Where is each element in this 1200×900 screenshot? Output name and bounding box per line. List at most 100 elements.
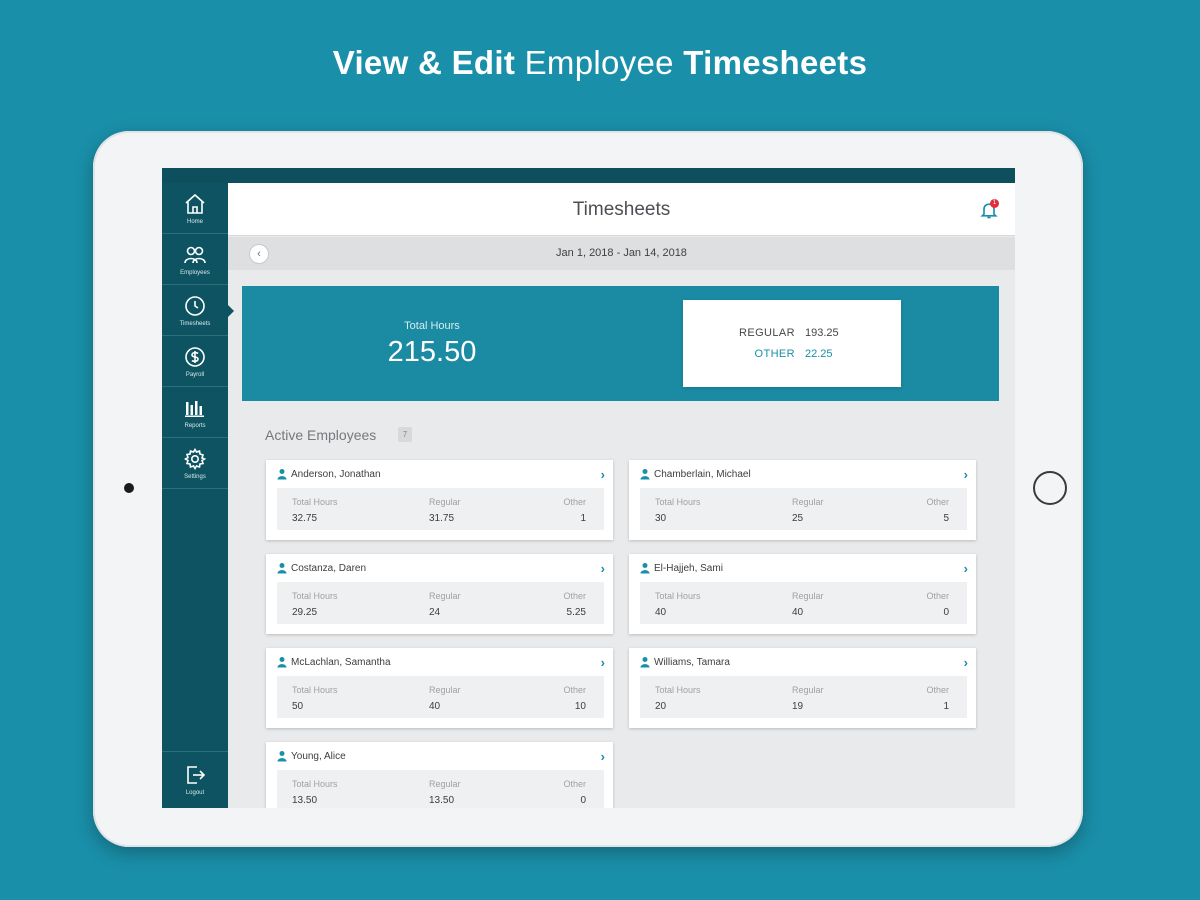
total-hours-value: 32.75 <box>292 513 318 524</box>
active-employees-title: Active Employees <box>265 427 377 443</box>
other-label: Other <box>563 779 586 789</box>
hours-summary: Total Hours 215.50 REGULAR 193.25 OTHER … <box>242 286 999 401</box>
other-value: 5 <box>943 513 949 524</box>
other-label: Other <box>563 497 586 507</box>
sidebar-item-label: Settings <box>184 473 206 480</box>
total-hours-value: 29.25 <box>292 607 318 618</box>
employee-card[interactable]: Chamberlain, Michael › Total Hours Regul… <box>629 460 976 540</box>
sidebar-item-label: Timesheets <box>179 320 211 327</box>
regular-label: Regular <box>429 591 461 601</box>
sidebar-item-settings[interactable]: Settings <box>162 438 228 489</box>
regular-value: 40 <box>792 607 804 618</box>
person-icon <box>277 657 287 668</box>
employee-name: Anderson, Jonathan <box>291 469 381 480</box>
total-hours-label: Total Hours <box>655 497 701 507</box>
other-value: 5.25 <box>566 607 586 618</box>
employee-name: Chamberlain, Michael <box>654 469 751 480</box>
employee-stats: Total Hours Regular Other 29.25 24 5.25 <box>277 582 604 624</box>
chevron-right-icon: › <box>600 655 605 670</box>
employee-card[interactable]: El-Hajjeh, Sami › Total Hours Regular Ot… <box>629 554 976 634</box>
previous-period-button[interactable]: ‹ <box>249 244 269 264</box>
home-icon <box>185 193 205 214</box>
person-icon <box>640 469 650 480</box>
other-value: 22.25 <box>805 348 833 360</box>
gear-icon <box>183 447 207 470</box>
regular-label: REGULAR <box>739 327 795 339</box>
total-hours-label: Total Hours <box>292 591 338 601</box>
regular-label: Regular <box>429 779 461 789</box>
sidebar-item-employees[interactable]: Employees <box>162 234 228 285</box>
regular-value: 19 <box>792 701 804 712</box>
employee-card[interactable]: Young, Alice › Total Hours Regular Other… <box>266 742 613 808</box>
logout-label: Logout <box>185 790 205 796</box>
employee-card[interactable]: Anderson, Jonathan › Total Hours Regular… <box>266 460 613 540</box>
regular-label: Regular <box>429 685 461 695</box>
regular-value: 24 <box>429 607 441 618</box>
employee-card[interactable]: Williams, Tamara › Total Hours Regular O… <box>629 648 976 728</box>
employee-card[interactable]: Costanza, Daren › Total Hours Regular Ot… <box>266 554 613 634</box>
chevron-right-icon: › <box>963 655 968 670</box>
chevron-right-icon: › <box>963 561 968 576</box>
hours-breakdown: REGULAR 193.25 OTHER 22.25 <box>683 300 901 387</box>
sidebar-item-label: Home <box>186 218 203 225</box>
sidebar-item-reports[interactable]: Reports <box>162 387 228 438</box>
employee-stats: Total Hours Regular Other 13.50 13.50 0 <box>277 770 604 808</box>
logout-icon <box>187 766 206 784</box>
sidebar-item-home[interactable]: Home <box>162 183 228 234</box>
total-hours-value: 40 <box>655 607 667 618</box>
total-hours-label: Total Hours <box>292 497 338 507</box>
total-hours-label: Total Hours <box>404 320 460 332</box>
regular-value: 25 <box>792 513 804 524</box>
tablet-camera <box>124 483 134 493</box>
regular-label: Regular <box>792 685 824 695</box>
other-value: 10 <box>574 701 586 712</box>
employee-name: Young, Alice <box>291 751 346 762</box>
page-title: Timesheets <box>572 199 671 220</box>
app-screen: Home Employees Timesheets Payroll Report… <box>162 168 1015 808</box>
top-bar: Timesheets 1 <box>228 183 1015 236</box>
sidebar-item-label: Employees <box>180 269 210 276</box>
employee-stats: Total Hours Regular Other 32.75 31.75 1 <box>277 488 604 530</box>
total-hours-value: 20 <box>655 701 667 712</box>
person-icon <box>277 751 287 762</box>
employee-stats: Total Hours Regular Other 50 40 10 <box>277 676 604 718</box>
date-range: Jan 1, 2018 - Jan 14, 2018 <box>556 247 687 259</box>
sidebar-item-payroll[interactable]: Payroll <box>162 336 228 387</box>
sidebar-item-label: Payroll <box>185 371 205 378</box>
other-label: Other <box>926 497 949 507</box>
employee-card[interactable]: McLachlan, Samantha › Total Hours Regula… <box>266 648 613 728</box>
sidebar: Home Employees Timesheets Payroll Report… <box>162 183 234 808</box>
total-hours-value: 215.50 <box>387 336 477 368</box>
promo-title-part3: Timesheets <box>683 44 868 81</box>
other-label: OTHER <box>754 348 795 360</box>
person-icon <box>640 657 650 668</box>
employee-count-badge: 7 <box>398 427 412 442</box>
other-value: 0 <box>943 607 949 618</box>
chevron-right-icon: › <box>600 749 605 764</box>
regular-value: 31.75 <box>429 513 455 524</box>
employee-stats: Total Hours Regular Other 40 40 0 <box>640 582 967 624</box>
chevron-right-icon: › <box>600 467 605 482</box>
total-hours-value: 13.50 <box>292 795 318 806</box>
total-hours-value: 30 <box>655 513 667 524</box>
clock-icon <box>185 295 205 316</box>
other-value: 0 <box>580 795 586 806</box>
logout-button[interactable]: Logout <box>162 751 228 807</box>
total-hours-label: Total Hours <box>292 685 338 695</box>
person-icon <box>277 563 287 574</box>
chevron-right-icon: › <box>963 467 968 482</box>
employee-name: Williams, Tamara <box>654 657 730 668</box>
employees-icon <box>184 246 206 263</box>
notification-badge: 1 <box>990 199 999 208</box>
regular-label: Regular <box>792 591 824 601</box>
date-bar: Jan 1, 2018 - Jan 14, 2018 ‹ <box>228 237 1015 270</box>
sidebar-item-timesheets[interactable]: Timesheets <box>162 285 234 336</box>
tablet-home-button[interactable] <box>1033 471 1067 505</box>
chevron-right-icon: › <box>600 561 605 576</box>
employee-name: El-Hajjeh, Sami <box>654 563 723 574</box>
employee-name: Costanza, Daren <box>291 563 367 574</box>
status-bar <box>162 168 1015 183</box>
total-hours-label: Total Hours <box>655 591 701 601</box>
regular-value: 193.25 <box>805 327 839 339</box>
other-label: Other <box>563 685 586 695</box>
